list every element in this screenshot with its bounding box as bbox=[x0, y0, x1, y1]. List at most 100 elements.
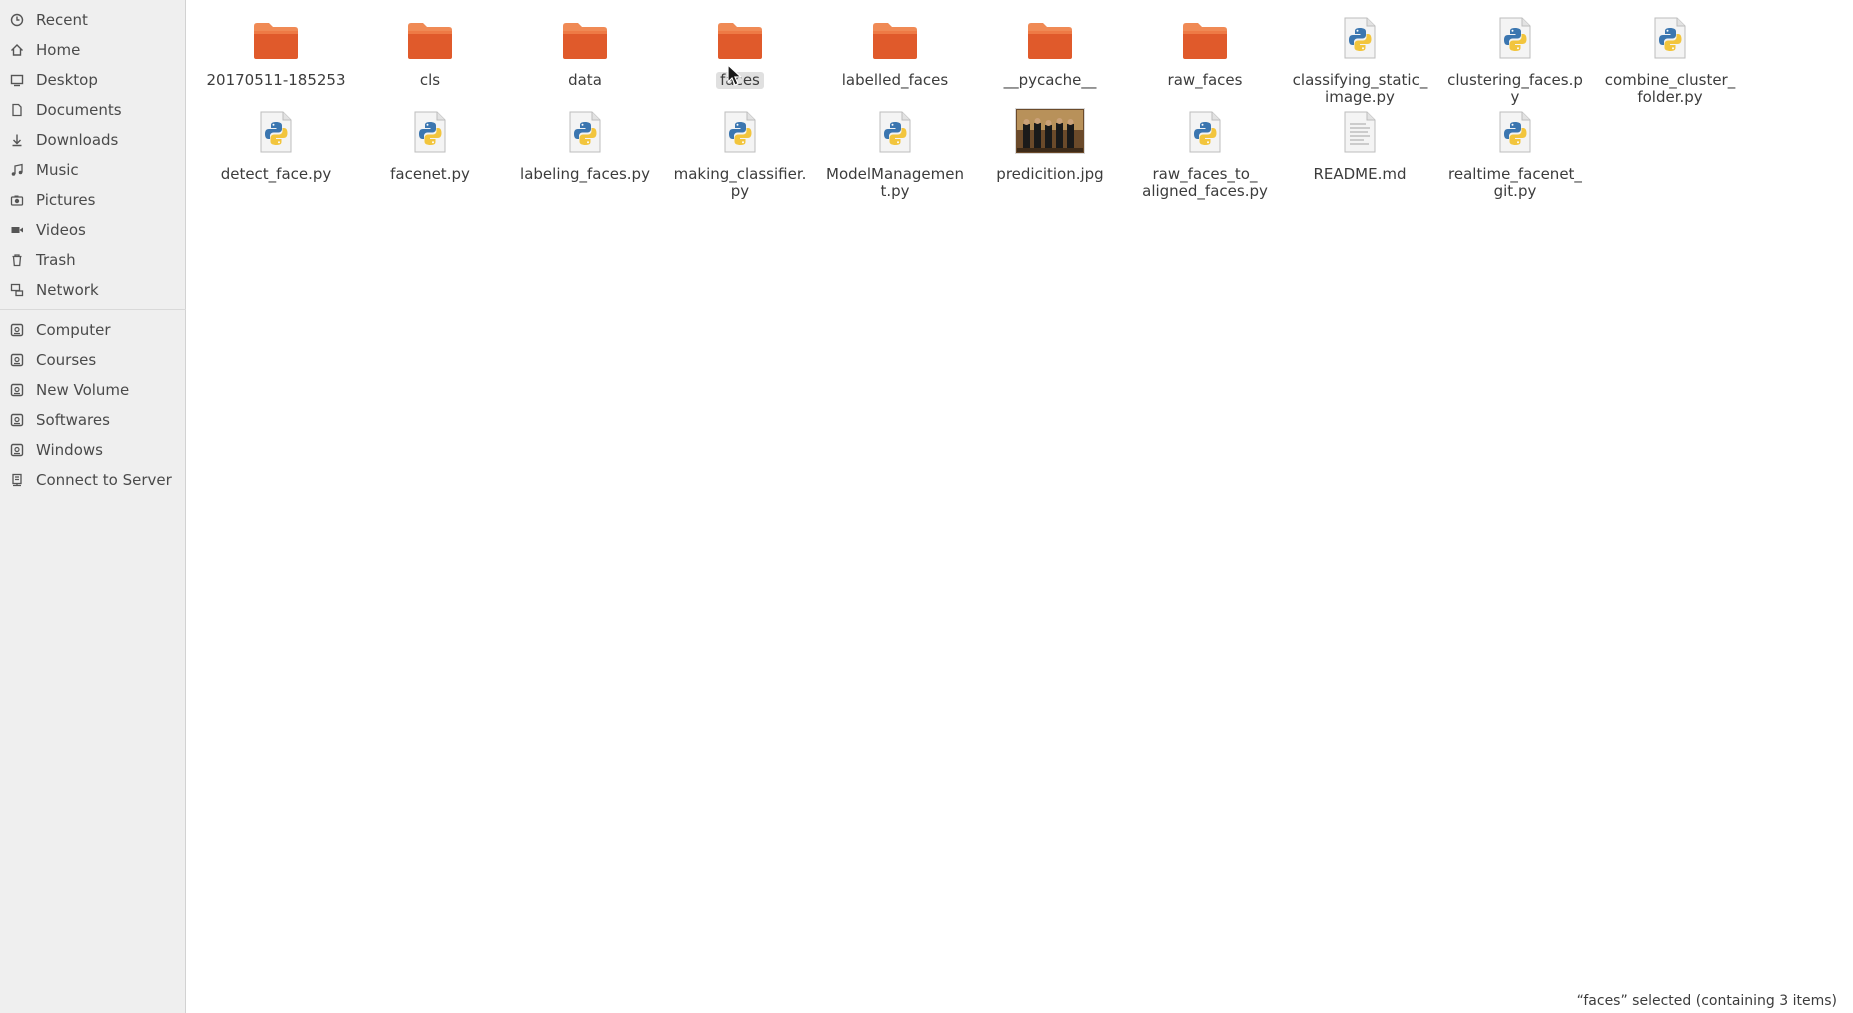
network-icon bbox=[10, 283, 24, 297]
sidebar-item-courses[interactable]: Courses bbox=[0, 345, 186, 375]
file-item-python[interactable]: realtime_facenet_ git.py bbox=[1440, 106, 1590, 200]
python-file-icon bbox=[722, 110, 758, 158]
file-item-image[interactable]: predicition.jpg bbox=[975, 106, 1125, 183]
python-file-icon bbox=[877, 110, 913, 158]
sidebar-item-label: Courses bbox=[36, 351, 97, 369]
file-name: cls bbox=[419, 71, 441, 89]
folder-icon bbox=[1026, 20, 1074, 64]
python-file-icon bbox=[412, 110, 448, 158]
sidebar-item-videos[interactable]: Videos bbox=[0, 215, 186, 245]
file-item-text[interactable]: README.md bbox=[1285, 106, 1435, 183]
home-icon bbox=[10, 43, 24, 57]
sidebar-item-computer[interactable]: Computer bbox=[0, 315, 186, 345]
python-file-icon bbox=[1497, 110, 1533, 158]
python-file-icon bbox=[567, 110, 603, 158]
sidebar-item-home[interactable]: Home bbox=[0, 35, 186, 65]
drive-icon bbox=[10, 383, 24, 397]
file-name: raw_faces_to_ aligned_faces.py bbox=[1142, 165, 1268, 200]
folder-icon bbox=[406, 20, 454, 64]
sidebar-item-music[interactable]: Music bbox=[0, 155, 186, 185]
file-name: making_classifier. py bbox=[673, 165, 807, 200]
sidebar-item-recent[interactable]: Recent bbox=[0, 5, 186, 35]
video-icon bbox=[10, 223, 24, 237]
sidebar: Recent Home Desktop Documents Downloads bbox=[0, 0, 186, 1013]
file-name: facenet.py bbox=[390, 165, 470, 183]
sidebar-item-windows[interactable]: Windows bbox=[0, 435, 186, 465]
file-item-folder[interactable]: __pycache__ bbox=[975, 12, 1125, 89]
file-name: 20170511-185253 bbox=[206, 71, 346, 89]
file-manager-window: Recent Home Desktop Documents Downloads bbox=[0, 0, 1853, 1013]
python-file-icon bbox=[1497, 16, 1533, 64]
file-name: detect_face.py bbox=[220, 165, 332, 183]
sidebar-item-label: Connect to Server bbox=[36, 471, 172, 489]
file-item-python[interactable]: classifying_static_ image.py bbox=[1285, 12, 1435, 106]
sidebar-item-label: Home bbox=[36, 41, 81, 59]
sidebar-item-label: Downloads bbox=[36, 131, 119, 149]
folder-icon bbox=[1181, 20, 1229, 64]
file-item-folder[interactable]: labelled_faces bbox=[820, 12, 970, 89]
sidebar-item-label: Trash bbox=[36, 251, 76, 269]
sidebar-item-connect-to-server[interactable]: Connect to Server bbox=[0, 465, 186, 495]
file-name: labelled_faces bbox=[841, 71, 949, 89]
text-file-icon bbox=[1342, 110, 1378, 158]
file-name: predicition.jpg bbox=[996, 165, 1104, 183]
sidebar-item-label: Pictures bbox=[36, 191, 96, 209]
folder-icon bbox=[871, 20, 919, 64]
file-item-python[interactable]: combine_cluster_ folder.py bbox=[1595, 12, 1745, 106]
python-file-icon bbox=[258, 110, 294, 158]
music-icon bbox=[10, 163, 24, 177]
folder-icon bbox=[561, 20, 609, 64]
sidebar-item-desktop[interactable]: Desktop bbox=[0, 65, 186, 95]
status-text: “faces” selected (containing 3 items) bbox=[1576, 993, 1837, 1009]
sidebar-item-label: Network bbox=[36, 281, 99, 299]
sidebar-item-label: Softwares bbox=[36, 411, 110, 429]
file-item-python[interactable]: raw_faces_to_ aligned_faces.py bbox=[1130, 106, 1280, 200]
file-item-folder[interactable]: 20170511-185253 bbox=[201, 12, 351, 89]
download-icon bbox=[10, 133, 24, 147]
sidebar-item-label: Videos bbox=[36, 221, 86, 239]
file-item-folder[interactable]: data bbox=[510, 12, 660, 89]
file-item-folder[interactable]: cls bbox=[355, 12, 505, 89]
file-item-folder[interactable]: raw_faces bbox=[1130, 12, 1280, 89]
file-name: raw_faces bbox=[1167, 71, 1243, 89]
trash-icon bbox=[10, 253, 24, 267]
python-file-icon bbox=[1342, 16, 1378, 64]
drive-icon bbox=[10, 353, 24, 367]
folder-icon bbox=[252, 20, 300, 64]
sidebar-item-documents[interactable]: Documents bbox=[0, 95, 186, 125]
file-name: combine_cluster_ folder.py bbox=[1604, 71, 1736, 106]
file-item-python[interactable]: clustering_faces.py bbox=[1440, 12, 1590, 106]
file-name: __pycache__ bbox=[1003, 71, 1097, 89]
file-name: realtime_facenet_ git.py bbox=[1448, 165, 1582, 200]
status-bar: “faces” selected (containing 3 items) bbox=[1577, 989, 1837, 1013]
sidebar-item-softwares[interactable]: Softwares bbox=[0, 405, 186, 435]
file-item-python[interactable]: ModelManagemen t.py bbox=[820, 106, 970, 200]
file-name: data bbox=[568, 71, 602, 89]
file-item-python[interactable]: detect_face.py bbox=[201, 106, 351, 183]
sidebar-item-label: Desktop bbox=[36, 71, 98, 89]
sidebar-item-label: Recent bbox=[36, 11, 88, 29]
file-item-python[interactable]: labeling_faces.py bbox=[510, 106, 660, 183]
clock-icon bbox=[10, 13, 24, 27]
folder-icon bbox=[716, 20, 764, 64]
document-icon bbox=[10, 103, 24, 117]
image-thumbnail-icon bbox=[1015, 108, 1085, 158]
sidebar-item-network[interactable]: Network bbox=[0, 275, 186, 305]
sidebar-item-downloads[interactable]: Downloads bbox=[0, 125, 186, 155]
sidebar-item-new-volume[interactable]: New Volume bbox=[0, 375, 186, 405]
drive-icon bbox=[10, 323, 24, 337]
file-name: README.md bbox=[1313, 165, 1407, 183]
mouse-cursor-icon bbox=[727, 64, 743, 86]
camera-icon bbox=[10, 193, 24, 207]
sidebar-item-trash[interactable]: Trash bbox=[0, 245, 186, 275]
sidebar-item-label: Computer bbox=[36, 321, 111, 339]
file-name: ModelManagemen t.py bbox=[826, 165, 964, 200]
file-item-python[interactable]: facenet.py bbox=[355, 106, 505, 183]
desktop-icon bbox=[10, 73, 24, 87]
server-icon bbox=[10, 473, 24, 487]
sidebar-item-label: Windows bbox=[36, 441, 103, 459]
file-name: classifying_static_ image.py bbox=[1292, 71, 1428, 106]
file-item-python[interactable]: making_classifier. py bbox=[665, 106, 815, 200]
drive-icon bbox=[10, 443, 24, 457]
sidebar-item-pictures[interactable]: Pictures bbox=[0, 185, 186, 215]
